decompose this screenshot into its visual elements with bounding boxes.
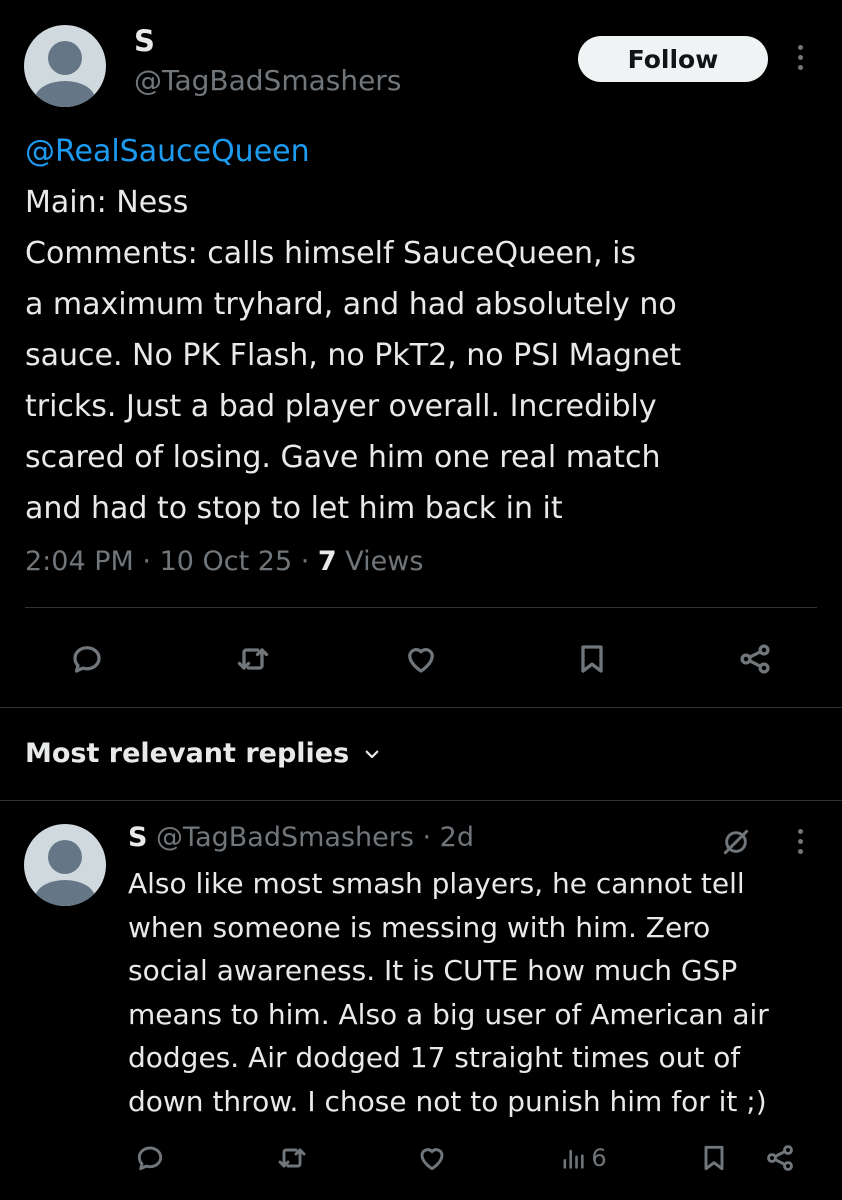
reply-line: Also like most smash players, he cannot … bbox=[128, 867, 745, 900]
follow-button[interactable]: Follow bbox=[578, 36, 768, 82]
more-icon[interactable] bbox=[796, 829, 804, 854]
reply-icon bbox=[73, 646, 101, 673]
share-icon bbox=[740, 644, 770, 674]
bookmark-icon bbox=[581, 645, 603, 673]
grok-icon bbox=[723, 829, 749, 855]
like-icon bbox=[420, 1148, 444, 1171]
bookmark-icon bbox=[704, 1145, 724, 1171]
tweet-line: scared of losing. Gave him one real matc… bbox=[25, 440, 661, 475]
more-icon[interactable] bbox=[796, 45, 804, 70]
divider bbox=[0, 800, 842, 801]
share-icon bbox=[767, 1145, 793, 1171]
share-button[interactable] bbox=[730, 636, 780, 682]
grok-button[interactable] bbox=[720, 826, 752, 862]
section-title: Most relevant replies bbox=[25, 738, 350, 769]
mention-link[interactable]: @RealSauceQueen bbox=[25, 126, 825, 177]
reply-line: dodges. Air dodged 17 straight times out… bbox=[128, 1041, 741, 1074]
tweet-line: sauce. No PK Flash, no PkT2, no PSI Magn… bbox=[25, 338, 682, 373]
tweet-date[interactable]: 10 Oct 25 bbox=[160, 546, 293, 577]
repost-icon bbox=[237, 648, 269, 670]
author-handle[interactable]: @TagBadSmashers bbox=[134, 64, 401, 97]
bookmark-button[interactable] bbox=[567, 636, 617, 682]
like-icon bbox=[408, 648, 434, 673]
chevron-down-icon bbox=[365, 750, 379, 758]
like-button[interactable] bbox=[396, 636, 446, 682]
avatar[interactable] bbox=[24, 25, 106, 107]
divider bbox=[0, 707, 842, 708]
avatar[interactable] bbox=[24, 824, 106, 906]
views-count: 7 bbox=[317, 546, 337, 577]
avatar-body bbox=[35, 81, 95, 107]
reply-repost-button[interactable] bbox=[270, 1136, 314, 1180]
reply-line: down throw. I chose not to punish him fo… bbox=[128, 1084, 767, 1118]
avatar-body bbox=[35, 880, 95, 906]
author-display-name[interactable]: S bbox=[134, 24, 155, 58]
avatar-head bbox=[48, 840, 82, 874]
reply-views-count: 6 bbox=[591, 1144, 607, 1172]
reply-like-button[interactable] bbox=[410, 1136, 454, 1180]
tweet-line: tricks. Just a bad player overall. Incre… bbox=[25, 389, 657, 424]
tweet-meta: 2:04 PM · 10 Oct 25 · 7 Views bbox=[25, 546, 424, 577]
reply-line: social awareness. It is CUTE how much GS… bbox=[128, 954, 738, 987]
reply-header: S @TagBadSmashers · 2d bbox=[128, 822, 474, 853]
reply-time[interactable]: 2d bbox=[440, 822, 474, 853]
tweet-time[interactable]: 2:04 PM bbox=[25, 546, 134, 577]
reply-line: means to him. Also a big user of America… bbox=[128, 997, 769, 1031]
divider bbox=[25, 607, 817, 608]
reply-line: when someone is messing with him. Zero bbox=[128, 910, 711, 944]
reply-views-button[interactable]: 6 bbox=[548, 1136, 618, 1180]
tweet-line: and had to stop to let him back in it bbox=[25, 491, 563, 526]
tweet-line: a maximum tryhard, and had absolutely no bbox=[25, 287, 677, 322]
repost-button[interactable] bbox=[228, 636, 278, 682]
avatar-head bbox=[48, 41, 82, 75]
views-icon bbox=[563, 1149, 584, 1169]
replies-sort-toggle[interactable]: Most relevant replies bbox=[25, 738, 381, 769]
reply-text: Also like most smash players, he cannot … bbox=[128, 862, 818, 1123]
reply-bookmark-button[interactable] bbox=[692, 1136, 736, 1180]
reply-button[interactable] bbox=[62, 636, 112, 682]
repost-icon bbox=[278, 1148, 306, 1168]
reply-reply-button[interactable] bbox=[128, 1136, 172, 1180]
tweet-line: Main: Ness bbox=[25, 185, 189, 220]
views-label: Views bbox=[345, 546, 424, 577]
tweet-line: Comments: calls himself SauceQueen, is bbox=[25, 236, 637, 271]
reply-icon bbox=[137, 1146, 163, 1171]
reply-author-name[interactable]: S bbox=[128, 822, 147, 853]
reply-author-handle[interactable]: @TagBadSmashers bbox=[156, 822, 414, 853]
tweet-text: @RealSauceQueen Main: Ness Comments: cal… bbox=[25, 126, 825, 534]
reply-share-button[interactable] bbox=[758, 1136, 802, 1180]
